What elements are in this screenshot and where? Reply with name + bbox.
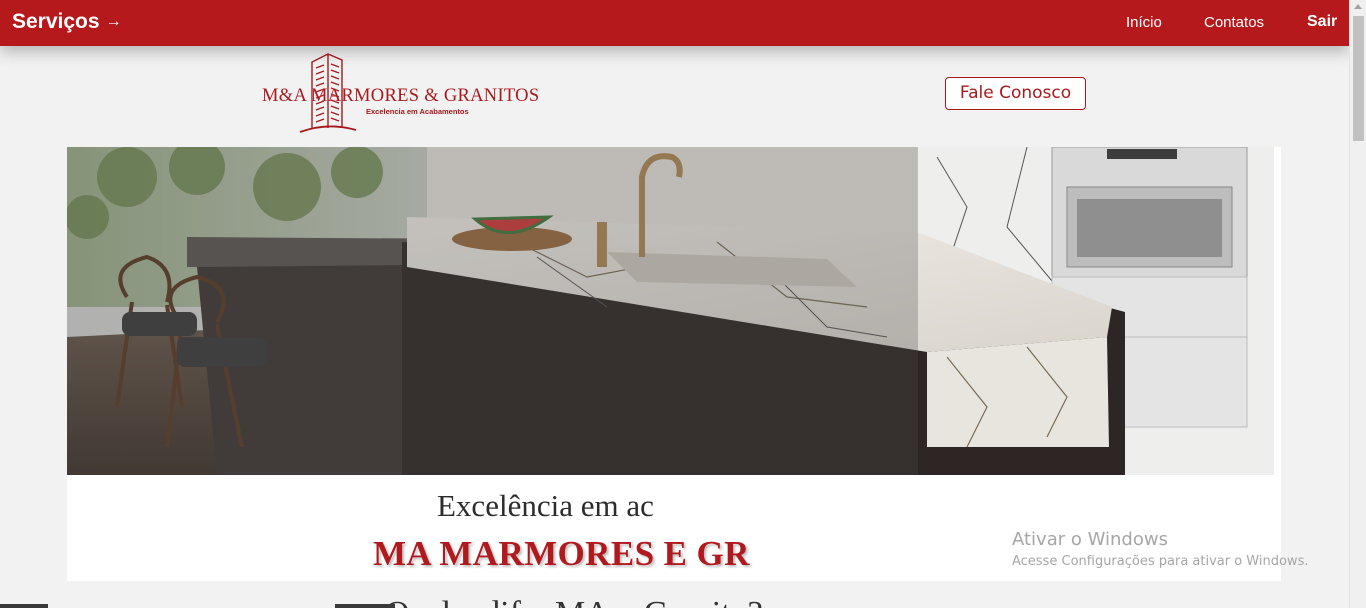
windows-activation-subtitle: Acesse Configurações para ativar o Windo… — [1012, 554, 1309, 569]
nav-link-inicio[interactable]: Início — [1126, 14, 1162, 31]
logout-link[interactable]: Sair — [1307, 13, 1337, 31]
kitchen-photo-illustration — [67, 147, 1274, 475]
logo-subtitle: Excelencia em Acabamentos — [366, 107, 469, 116]
nav-link-contatos[interactable]: Contatos — [1204, 14, 1264, 31]
page-bottom-edge — [0, 604, 48, 608]
scrollbar-thumb[interactable] — [1353, 16, 1364, 141]
logo-title: M&A MARMORES & GRANITOS — [262, 86, 540, 106]
hero-caption-line2: MA MARMORES E GR — [373, 534, 750, 573]
brand-services-link[interactable]: Serviços → — [12, 10, 122, 34]
company-logo[interactable]: M&A MARMORES & GRANITOS Excelencia em Ac… — [262, 52, 542, 134]
hero-image — [67, 147, 1274, 475]
contact-us-button[interactable]: Fale Conosco — [945, 77, 1086, 110]
brand-label: Serviços — [12, 10, 100, 33]
hero-section: Excelência em ac MA MARMORES E GR — [67, 147, 1281, 581]
arrow-right-icon: → — [105, 13, 122, 30]
hero-caption-line1: Excelência em ac — [437, 488, 654, 523]
scroll-up-icon[interactable] — [1354, 4, 1362, 9]
page-bottom-edge-2 — [335, 604, 395, 608]
vertical-scrollbar[interactable] — [1349, 0, 1366, 608]
windows-activation-title: Ativar o Windows — [1012, 529, 1168, 550]
top-navbar: Serviços → Início Contatos Sair — [0, 0, 1349, 46]
next-section-heading-text: Qual a dif... MA... Granito? — [385, 597, 985, 608]
next-section-heading: Qual a dif... MA... Granito? — [385, 597, 985, 608]
